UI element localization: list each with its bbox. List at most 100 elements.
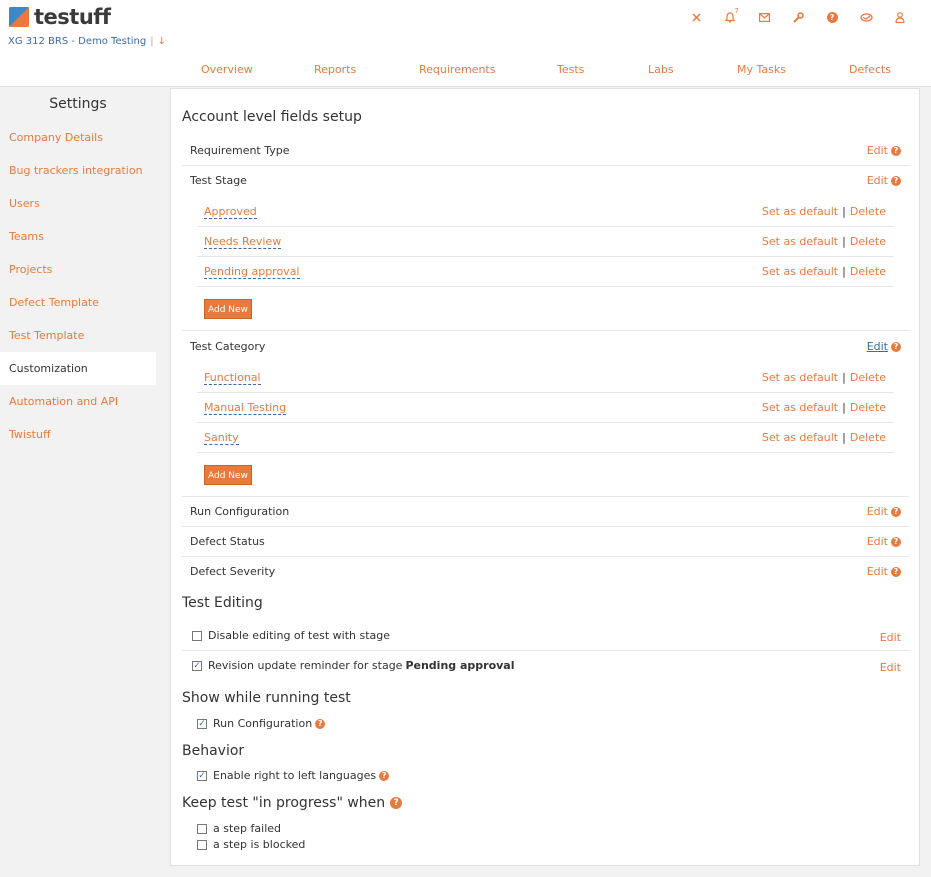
sidebar-item-automation-api[interactable]: Automation and API [0,385,156,418]
field-label: Test Category [190,340,266,353]
edit-link[interactable]: Edit? [867,144,901,157]
step-failed-label: a step failed [213,822,282,835]
project-separator: | [150,36,154,47]
sidebar-item-defect-template[interactable]: Defect Template [0,286,156,319]
field-row-test-category: Test Category Edit? [182,332,909,362]
edit-link[interactable]: Edit? [867,340,901,353]
delete-link[interactable]: Delete [850,371,886,384]
logo[interactable]: testuff [9,5,111,29]
bell-icon[interactable]: 7 [713,7,747,26]
help-icon[interactable]: ? [891,536,901,547]
field-label: Run Configuration [190,505,290,518]
user-icon[interactable] [883,8,917,26]
arrow-down-icon[interactable]: ↓ [158,36,166,47]
step-blocked-checkbox[interactable] [197,840,207,850]
project-selector[interactable]: XG 312 BRS - Demo Testing | ↓ [8,36,166,47]
run-configuration-checkbox[interactable]: ✓ [197,719,207,729]
list-item: Pending approval Set as default | Delete [197,257,894,287]
project-name[interactable]: XG 312 BRS - Demo Testing [8,36,146,47]
rtl-label: Enable right to left languages? [213,769,390,782]
help-icon[interactable]: ? [390,797,403,809]
sidebar-item-customization[interactable]: Customization [0,352,156,385]
main-nav: Overview Reports Requirements Tests Labs… [170,63,931,81]
customization-panel: Account level fields setup Requirement T… [170,88,920,866]
set-default-link[interactable]: Set as default [762,431,838,444]
list-item: Manual Testing Set as default | Delete [197,393,894,423]
field-label: Test Stage [190,174,247,187]
field-row-requirement-type: Requirement Type Edit? [182,136,909,166]
nav-requirements[interactable]: Requirements [419,63,495,76]
set-default-link[interactable]: Set as default [762,371,838,384]
delete-link[interactable]: Delete [850,205,886,218]
nav-overview[interactable]: Overview [201,63,253,76]
handshake-icon[interactable] [849,8,883,26]
edit-link[interactable]: Edit? [867,535,901,548]
mail-icon[interactable] [747,8,781,26]
show-running-heading: Show while running test [182,690,351,706]
nav-labs[interactable]: Labs [648,63,674,76]
disable-editing-label: Disable editing of test with stage [208,629,391,642]
add-new-button[interactable]: Add New [204,299,252,319]
close-icon[interactable] [679,8,713,26]
help-icon[interactable]: ? [379,770,390,781]
add-new-button[interactable]: Add New [204,465,252,485]
keep-in-progress-heading: Keep test "in progress" when? [182,795,403,811]
revision-reminder-label: Revision update reminder for stage Pendin… [208,659,515,672]
value-link[interactable]: Approved [204,205,257,219]
settings-sidebar: Settings Company Details Bug trackers in… [0,88,156,451]
help-icon[interactable]: ? [891,341,901,352]
delete-link[interactable]: Delete [850,235,886,248]
list-item: Approved Set as default | Delete [197,197,894,227]
value-link[interactable]: Manual Testing [204,401,287,415]
sidebar-item-teams[interactable]: Teams [0,220,156,253]
behavior-heading: Behavior [182,743,245,759]
sidebar-item-company-details[interactable]: Company Details [0,121,156,154]
value-link[interactable]: Pending approval [204,265,300,279]
disable-editing-checkbox[interactable] [192,631,202,641]
stage-name: Pending approval [405,659,515,672]
delete-link[interactable]: Delete [850,401,886,414]
value-link[interactable]: Sanity [204,431,239,445]
wrench-icon[interactable] [781,8,815,26]
sidebar-item-users[interactable]: Users [0,187,156,220]
nav-tests[interactable]: Tests [557,63,584,76]
revision-reminder-checkbox[interactable]: ✓ [192,661,202,671]
help-icon[interactable]: ? [891,566,901,577]
step-failed-checkbox[interactable] [197,824,207,834]
logo-mark-icon [9,7,29,27]
delete-link[interactable]: Delete [850,265,886,278]
sidebar-item-bug-trackers[interactable]: Bug trackers integration [0,154,156,187]
edit-link[interactable]: Edit [880,631,901,644]
field-row-defect-severity: Defect Severity Edit? [182,557,909,587]
help-icon[interactable]: ? [891,506,901,517]
sidebar-title: Settings [49,96,107,112]
value-link[interactable]: Needs Review [204,235,282,249]
help-icon[interactable]: ? [891,145,901,156]
set-default-link[interactable]: Set as default [762,401,838,414]
field-row-defect-status: Defect Status Edit? [182,527,909,557]
set-default-link[interactable]: Set as default [762,235,838,248]
nav-reports[interactable]: Reports [314,63,356,76]
field-label: Defect Status [190,535,265,548]
set-default-link[interactable]: Set as default [762,265,838,278]
rtl-checkbox[interactable]: ✓ [197,771,207,781]
edit-link[interactable]: Edit? [867,565,901,578]
edit-link[interactable]: Edit? [867,174,901,187]
header-icons: 7 ? [679,7,917,26]
nav-defects[interactable]: Defects [849,63,891,76]
field-label: Requirement Type [190,144,290,157]
list-item: Functional Set as default | Delete [197,363,894,393]
edit-link[interactable]: Edit [880,661,901,674]
sidebar-item-test-template[interactable]: Test Template [0,319,156,352]
set-default-link[interactable]: Set as default [762,205,838,218]
delete-link[interactable]: Delete [850,431,886,444]
nav-my-tasks[interactable]: My Tasks [737,63,786,76]
help-icon[interactable]: ? [315,718,326,729]
help-icon[interactable]: ? [815,8,849,26]
value-link[interactable]: Functional [204,371,261,385]
sidebar-item-twistuff[interactable]: Twistuff [0,418,156,451]
help-icon[interactable]: ? [891,175,901,186]
sidebar-item-projects[interactable]: Projects [0,253,156,286]
field-row-run-configuration: Run Configuration Edit? [182,497,909,527]
edit-link[interactable]: Edit? [867,505,901,518]
